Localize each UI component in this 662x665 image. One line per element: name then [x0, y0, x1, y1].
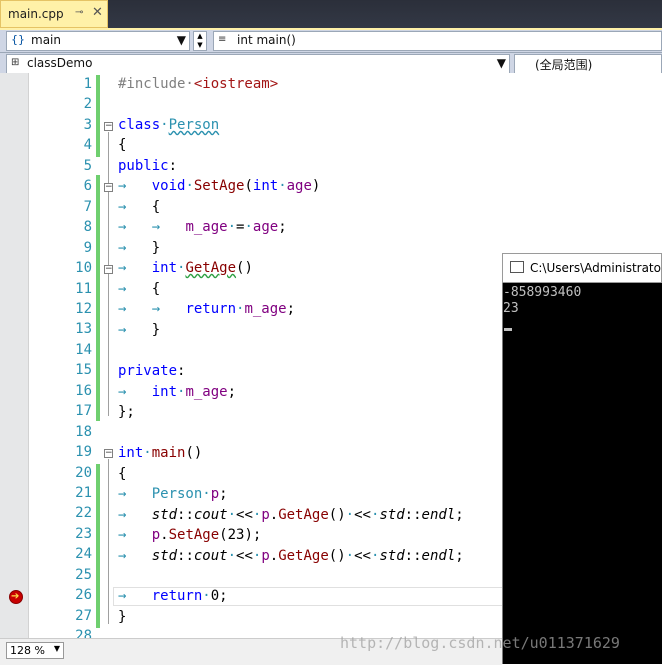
- code-line-21: → Person·p;: [118, 486, 228, 502]
- chevron-down-icon: ▼: [496, 56, 506, 70]
- line-number: 6: [83, 178, 92, 194]
- line-number: 22: [75, 505, 92, 521]
- line-number: 13: [75, 321, 92, 337]
- code-line-27: }: [118, 609, 127, 625]
- member-icon: ≡: [218, 34, 227, 45]
- line-number: 27: [75, 608, 92, 624]
- code-line-19: int·main(): [118, 445, 203, 461]
- console-output-line: -858993460: [503, 285, 582, 300]
- code-line-8: → → m_age·=·age;: [118, 219, 287, 235]
- indicator-margin[interactable]: [0, 73, 29, 638]
- scope-combo-value: (全局范围): [535, 58, 593, 72]
- chevron-down-icon: ▼: [53, 644, 60, 653]
- member-combo-value: int main(): [237, 33, 296, 47]
- scope-combo[interactable]: (全局范围): [514, 54, 662, 74]
- code-line-3: class·Person: [118, 117, 220, 133]
- tab-label: main.cpp: [8, 7, 64, 21]
- console-icon: [510, 261, 524, 273]
- function-combo[interactable]: {} main ▼: [6, 31, 190, 51]
- code-line-24: → std::cout·<<·p.GetAge()·<<·std::endl;: [118, 548, 464, 564]
- watermark: http://blog.csdn.net/u011371629: [340, 634, 620, 652]
- line-number: 7: [83, 199, 92, 215]
- code-line-11: → {: [118, 281, 161, 297]
- console-title: C:\Users\Administrator: [530, 261, 662, 275]
- collapse-icon[interactable]: −: [104, 183, 113, 192]
- code-line-7: → {: [118, 199, 161, 215]
- line-number: 23: [75, 526, 92, 542]
- collapse-icon[interactable]: −: [104, 449, 113, 458]
- line-number: 11: [75, 281, 92, 297]
- function-combo-value: main: [31, 33, 61, 47]
- code-line-1: #include·<iostream>: [118, 76, 279, 92]
- pin-icon[interactable]: ⊸: [75, 7, 83, 18]
- console-window[interactable]: [502, 253, 662, 664]
- line-number: 12: [75, 301, 92, 317]
- project-icon: ⊞: [11, 57, 20, 68]
- code-line-9: → }: [118, 240, 161, 256]
- chevron-down-icon: ▼: [176, 33, 186, 47]
- code-line-5: public:: [118, 158, 178, 174]
- line-number: 20: [75, 465, 92, 481]
- code-line-22: → std::cout·<<·p.GetAge()·<<·std::endl;: [118, 507, 464, 523]
- line-number: 3: [83, 117, 92, 133]
- outline-guide: [108, 459, 109, 624]
- code-line-4: {: [118, 137, 127, 153]
- close-icon[interactable]: ✕: [92, 5, 103, 20]
- line-number: 18: [75, 424, 92, 440]
- code-line-13: → }: [118, 322, 161, 338]
- change-bar: [96, 75, 100, 157]
- line-number: 26: [75, 587, 92, 603]
- project-combo[interactable]: ⊞ classDemo ▼: [6, 54, 510, 74]
- collapse-icon[interactable]: −: [104, 122, 113, 131]
- split-spinner[interactable]: ▲ ▼: [193, 31, 207, 51]
- code-line-20: {: [118, 466, 127, 482]
- line-number: 15: [75, 362, 92, 378]
- line-number: 10: [75, 260, 92, 276]
- project-combo-value: classDemo: [27, 56, 93, 70]
- member-combo[interactable]: ≡ int main(): [213, 31, 662, 51]
- code-line-26: → return·0;: [118, 588, 228, 604]
- zoom-combo[interactable]: 128 % ▼: [6, 642, 64, 659]
- line-number: 1: [83, 76, 92, 92]
- code-line-16: → int·m_age;: [118, 384, 237, 400]
- console-cursor: [504, 328, 512, 331]
- code-line-12: → → return·m_age;: [118, 301, 296, 317]
- line-number: 8: [83, 219, 92, 235]
- scope-icon: {}: [11, 33, 25, 46]
- change-bar: [96, 464, 100, 628]
- line-number: 17: [75, 403, 92, 419]
- line-number: 16: [75, 383, 92, 399]
- zoom-value: 128 %: [10, 644, 45, 657]
- code-line-15: private:: [118, 363, 186, 379]
- line-number: 25: [75, 567, 92, 583]
- current-statement-arrow-icon: ➔: [11, 591, 20, 602]
- code-line-17: };: [118, 404, 135, 420]
- line-number: 19: [75, 444, 92, 460]
- line-number: 21: [75, 485, 92, 501]
- code-line-6: → void·SetAge(int·age): [118, 178, 321, 194]
- line-number: 14: [75, 342, 92, 358]
- code-line-10: → int·GetAge(): [118, 260, 253, 276]
- line-number: 24: [75, 546, 92, 562]
- outline-guide: [108, 132, 109, 416]
- line-number: 2: [83, 96, 92, 112]
- line-number: 5: [83, 158, 92, 174]
- line-number: 4: [83, 137, 92, 153]
- console-output-line: 23: [503, 301, 519, 316]
- code-line-23: → p.SetAge(23);: [118, 527, 262, 543]
- change-bar: [96, 175, 100, 421]
- line-number: 9: [83, 240, 92, 256]
- collapse-icon[interactable]: −: [104, 265, 113, 274]
